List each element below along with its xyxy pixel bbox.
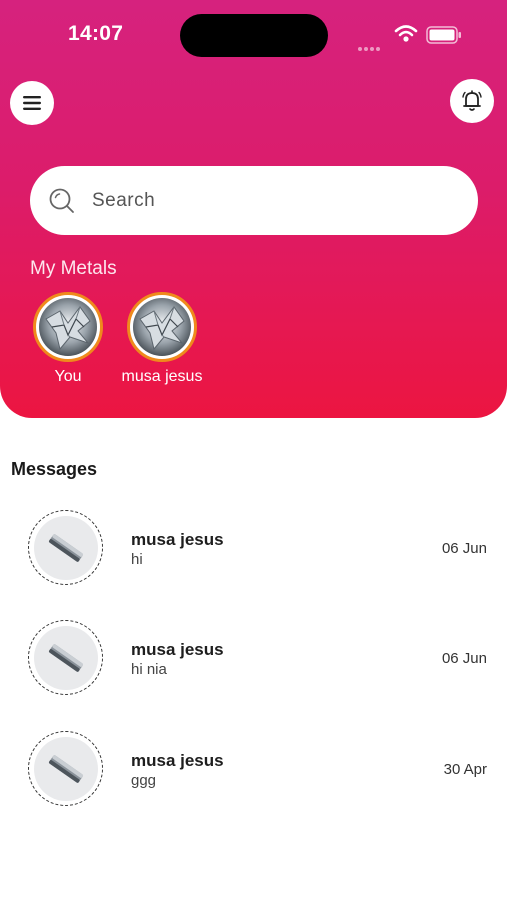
metal-label: musa jesus [121,368,203,385]
metal-avatar [33,292,103,362]
search-bar[interactable] [30,166,478,235]
search-input[interactable] [90,188,454,213]
bell-icon [462,90,482,111]
message-date: 30 Apr [443,761,487,778]
metal-bar-icon [33,625,98,690]
signal-icon [358,38,382,56]
menu-button[interactable] [10,81,54,125]
menu-icon [23,96,41,110]
metal-item-musa-jesus[interactable]: musa jesus [112,292,212,386]
notifications-button[interactable] [450,79,494,123]
message-preview: ggg [131,772,157,789]
message-sender: musa jesus [131,640,224,659]
message-row[interactable]: musa jesus hi nia 06 Jun [0,610,507,700]
message-sender: musa jesus [131,530,224,549]
message-row[interactable]: musa jesus hi 06 Jun [0,500,507,590]
message-row[interactable]: musa jesus ggg 30 Apr [0,721,507,811]
metal-avatar-icon [39,298,97,356]
message-date: 06 Jun [441,540,487,557]
message-date: 06 Jun [441,650,487,667]
avatar [28,620,103,695]
metal-bar-icon [33,736,98,801]
metal-avatar [127,292,197,362]
messages-title: Messages [11,459,98,479]
avatar [28,731,103,806]
message-preview: hi nia [131,661,167,678]
metal-label: You [54,368,82,385]
avatar [28,510,103,585]
metal-avatar-icon [133,298,191,356]
status-time: 14:07 [68,22,124,45]
metal-bar-icon [33,515,98,580]
battery-icon [426,26,461,44]
wifi-icon [394,25,418,42]
my-metals-title: My Metals [30,258,117,279]
search-icon [48,187,76,215]
metal-item-you[interactable]: You [18,292,118,386]
message-sender: musa jesus [131,751,224,770]
message-preview: hi [131,551,143,568]
dynamic-island [180,14,328,57]
